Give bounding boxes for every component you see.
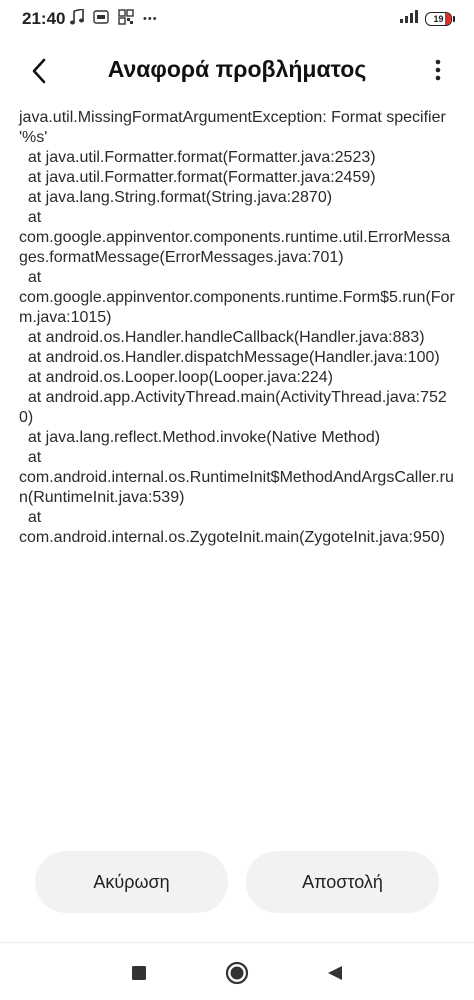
home-circle-icon (225, 961, 249, 985)
music-note-icon (70, 7, 84, 30)
back-nav-button[interactable] (322, 960, 348, 986)
status-icons-right: 19 (400, 10, 455, 28)
more-options-button[interactable] (426, 50, 450, 90)
navigation-bar (0, 942, 474, 1000)
status-icons-left: ••• (70, 7, 158, 30)
status-more-indicator: ••• (143, 13, 158, 25)
header: Αναφορά προβλήματος (0, 40, 474, 104)
action-buttons: Ακύρωση Αποστολή (35, 851, 439, 913)
status-time: 21:40 (22, 9, 66, 28)
status-bar: 21:40 ••• 19 (0, 0, 474, 38)
signal-icon (400, 10, 418, 28)
battery-fill (445, 13, 451, 25)
hd-icon (93, 9, 109, 29)
recents-square-icon (132, 966, 146, 980)
battery-level: 19 (433, 14, 444, 24)
home-button[interactable] (224, 960, 250, 986)
screen: 21:40 ••• 19 Αναφορά προβλήματος java.ut… (0, 0, 474, 1000)
back-triangle-icon (328, 966, 342, 980)
cancel-button[interactable]: Ακύρωση (35, 851, 228, 913)
error-report-text: java.util.MissingFormatArgumentException… (19, 109, 455, 546)
more-vertical-icon (435, 59, 441, 81)
battery-icon: 19 (425, 12, 455, 26)
qr-icon (118, 8, 134, 30)
page-title: Αναφορά προβλήματος (107, 56, 367, 82)
send-button[interactable]: Αποστολή (246, 851, 439, 913)
recents-button[interactable] (126, 960, 152, 986)
battery-tip (453, 16, 455, 22)
